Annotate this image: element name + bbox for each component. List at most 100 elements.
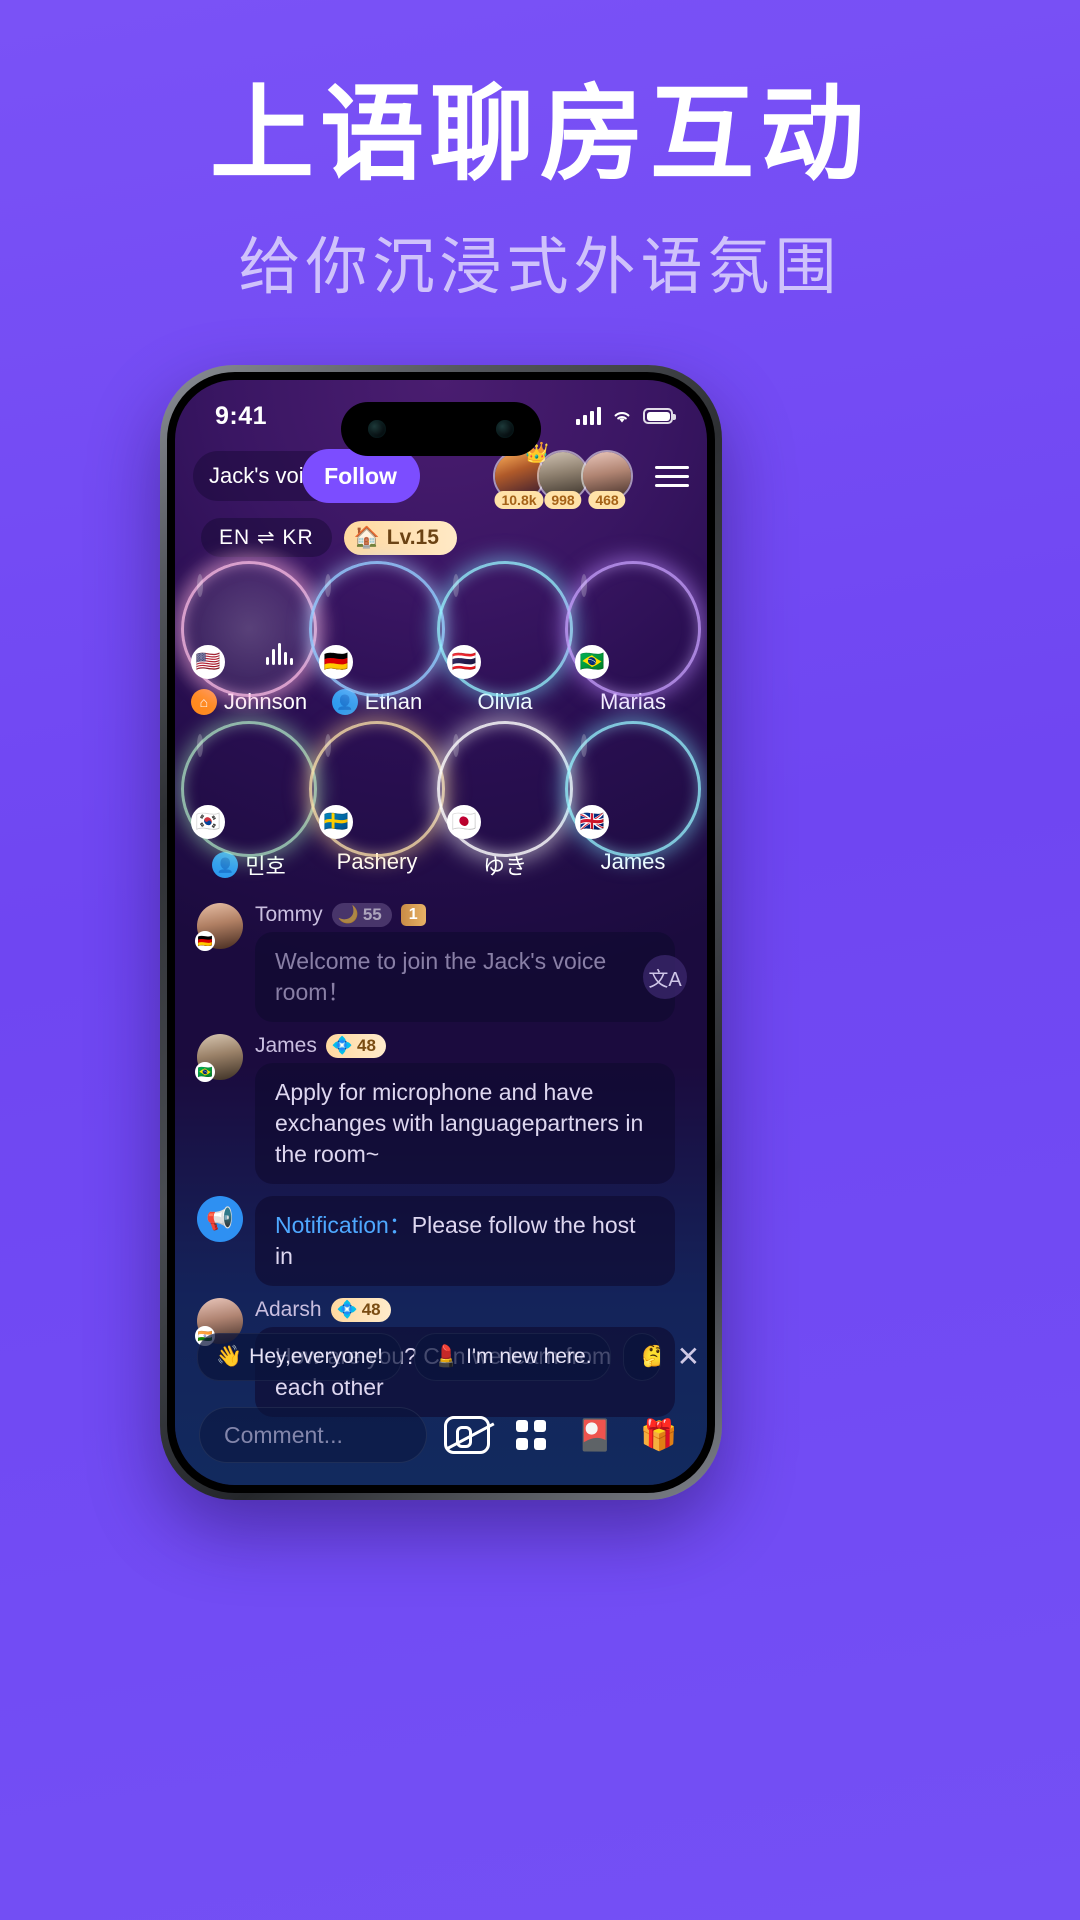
seat-row: 🇺🇸 ⌂ Johnson 🇩🇪 [175,543,701,715]
country-flag-icon: 🇬🇧 [575,805,609,839]
chat-message: 🇧🇷 James 💠 48 Apply for microphone and h… [195,1034,685,1185]
level-badge: 💠 48 [330,1298,391,1323]
quick-reply-label: Hey,everyone! [249,1345,384,1368]
avatar [325,574,331,597]
chat-message-head: Tommy 🌙 55 1 [197,903,685,927]
seat-avatar-wrap[interactable]: 🇹🇭 [437,561,573,697]
promo-headline: 上语聊房互动 [209,73,870,195]
status-time: 9:41 [215,401,268,430]
mic-off-icon[interactable] [443,1411,491,1459]
top-fans-list[interactable]: 👑 10.8k 998 468 [493,442,633,509]
close-icon[interactable]: ✕ [673,1343,704,1371]
comment-input-bar: Comment... 🎴 🎁 [175,1407,707,1463]
avatar [581,734,587,757]
chat-username[interactable]: Adarsh [255,1298,322,1322]
app-screen: 9:41 Jack's voice room h Follow [175,380,707,1485]
top-fan-avatar[interactable]: 468 [581,450,633,509]
comment-input[interactable]: Comment... [199,1407,427,1463]
quick-reply-chip[interactable]: 👋 Hey,everyone! [197,1333,403,1381]
seat-james[interactable]: 🇬🇧 James [565,721,701,881]
level-value: 48 [357,1036,376,1056]
top-fan-count: 468 [588,491,626,509]
notification-separator: ： [388,1212,412,1239]
game-icon[interactable]: 🎴 [571,1411,619,1459]
status-indicators [575,407,676,425]
follow-button[interactable]: Follow [301,449,420,503]
chat-bubble: Apply for microphone and have exchanges … [255,1063,675,1185]
avatar[interactable]: 🇧🇷 [195,1034,243,1083]
country-flag-icon: 🇸🇪 [319,805,353,839]
quick-reply-chip[interactable]: 🤔 what's t [622,1333,661,1381]
country-flag-icon: 🇧🇷 [575,645,609,679]
chat-notification: 📢 Notification：Please follow the host in [197,1196,685,1287]
voice-wave-icon [266,643,293,665]
avatar [453,734,459,757]
promo-subhead: 给你沉浸式外语氛围 [238,230,842,304]
megaphone-icon: 📢 [197,1196,243,1243]
country-flag-icon: 🇺🇸 [191,645,225,679]
country-flag-icon: 🇯🇵 [447,805,481,839]
level-badge: 🌙 55 [331,903,392,927]
seat-avatar-wrap[interactable]: 🇬🇧 [565,721,701,857]
avatar [197,574,203,597]
quick-reply-chip[interactable]: 💄 I'm new here. [414,1333,611,1381]
seat-yuki[interactable]: 🇯🇵 ゆき [437,721,573,881]
avatar [197,734,203,757]
emoji-icon: 💄 [433,1345,460,1368]
gift-icon[interactable]: 🎁 [635,1411,683,1459]
emoji-icon: 👋 [216,1345,243,1368]
translate-icon[interactable]: 文A [643,955,687,999]
promo-banner: 上语聊房互动 给你沉浸式外语氛围 [0,78,1080,306]
phone-bezel: 9:41 Jack's voice room h Follow [167,372,715,1493]
quick-reply-bar: 👋 Hey,everyone! 💄 I'm new here. 🤔 what's… [175,1333,707,1381]
seat-avatar-wrap[interactable]: 🇯🇵 [437,721,573,857]
room-level-label: Lv.15 [386,525,439,549]
comment-placeholder: Comment... [224,1421,343,1448]
seat-johnson[interactable]: 🇺🇸 ⌂ Johnson [175,543,335,715]
seat-avatar-wrap[interactable]: 🇧🇷 [565,561,701,697]
avatar [581,574,587,597]
seat-pashery[interactable]: 🇸🇪 Pashery [309,721,445,881]
country-flag-icon: 🇩🇪 [319,645,353,679]
room-title-pill[interactable]: Jack's voice room h Follow [193,449,420,503]
grid-apps-icon[interactable] [507,1411,555,1459]
face-id-icon [496,420,514,438]
chat-bubble: Notification：Please follow the host in [255,1196,675,1287]
chat-bubble: Welcome to join the Jack's voice room！ [255,932,675,1023]
hamburger-menu-icon[interactable] [655,465,689,487]
seat-olivia[interactable]: 🇹🇭 Olivia [437,561,573,715]
level-icon: 🌙 [337,905,359,924]
seat-grid: 🇺🇸 ⌂ Johnson 🇩🇪 [175,543,707,881]
seat-minho[interactable]: 🇰🇷 👤 민호 [181,721,317,881]
avatar [325,734,331,757]
seat-avatar-wrap[interactable]: 🇩🇪 [309,561,445,697]
avatar[interactable]: 🇩🇪 [195,903,243,951]
top-fan-count: 10.8k [494,491,544,509]
user-icon: 👤 [212,852,239,878]
level-badge: 💠 48 [325,1034,386,1059]
notification-label: Notification [275,1212,389,1239]
level-value: 48 [361,1300,381,1320]
level-icon: 💠 [331,1036,354,1056]
rank-badge: 1 [400,904,426,926]
quick-reply-label: I'm new here. [466,1345,592,1368]
seat-avatar-wrap[interactable]: 🇰🇷 [181,721,317,857]
chat-message-head: James 💠 48 [197,1034,685,1059]
avatar [453,574,459,597]
country-flag-icon: 🇰🇷 [191,805,225,839]
emoji-icon: 🤔 [642,1345,660,1369]
level-value: 55 [362,905,382,924]
phone-mockup: 9:41 Jack's voice room h Follow [160,365,722,1500]
signal-bars-icon [575,407,601,425]
dynamic-island [341,402,541,456]
chat-username[interactable]: Tommy [255,903,323,927]
seat-avatar-wrap[interactable]: 🇺🇸 [175,543,335,715]
country-flag-icon: 🇧🇷 [195,1062,215,1083]
seat-row: 🇰🇷 👤 민호 🇸🇪 Pashery 🇯🇵 ゆき 🇬🇧 James [181,721,701,881]
camera-icon [368,420,386,438]
room-level-chip[interactable]: 🏠 Lv.15 [343,520,457,555]
seat-marias[interactable]: 🇧🇷 Marias [565,561,701,715]
seat-ethan[interactable]: 🇩🇪 👤 Ethan [309,561,445,715]
seat-avatar-wrap[interactable]: 🇸🇪 [309,721,445,857]
chat-username[interactable]: James [255,1034,317,1058]
